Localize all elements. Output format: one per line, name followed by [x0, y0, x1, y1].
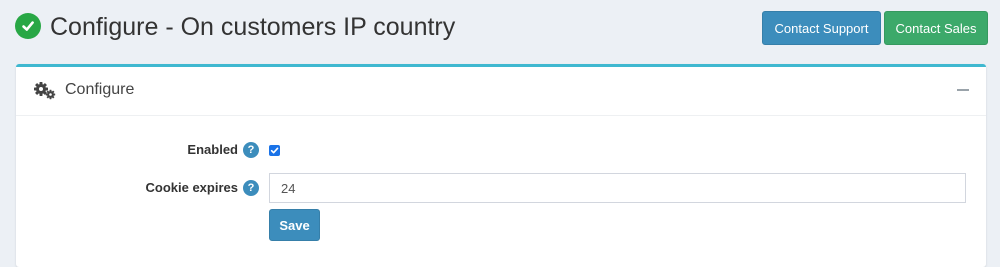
contact-sales-button[interactable]: Contact Sales	[884, 11, 988, 45]
cookie-expires-label: Cookie expires	[145, 180, 239, 195]
page-header: Configure - On customers IP country Cont…	[0, 0, 1000, 58]
cookie-expires-help-icon[interactable]: ?	[243, 180, 259, 196]
card-header[interactable]: Configure	[16, 67, 986, 116]
configure-card: Configure Enabled ? Cookie expires ? Sav…	[16, 64, 986, 267]
minus-icon[interactable]	[952, 79, 974, 101]
enabled-help-icon[interactable]: ?	[243, 142, 259, 158]
contact-support-button[interactable]: Contact Support	[762, 11, 881, 45]
card-title: Configure	[65, 81, 135, 98]
cogs-icon	[33, 81, 57, 101]
enabled-checkbox[interactable]	[269, 145, 280, 156]
check-circle-icon	[15, 13, 41, 39]
save-button[interactable]: Save	[269, 209, 320, 241]
page-title: Configure - On customers IP country	[50, 13, 456, 41]
enabled-label: Enabled	[187, 142, 238, 157]
cookie-expires-input[interactable]	[269, 173, 966, 203]
